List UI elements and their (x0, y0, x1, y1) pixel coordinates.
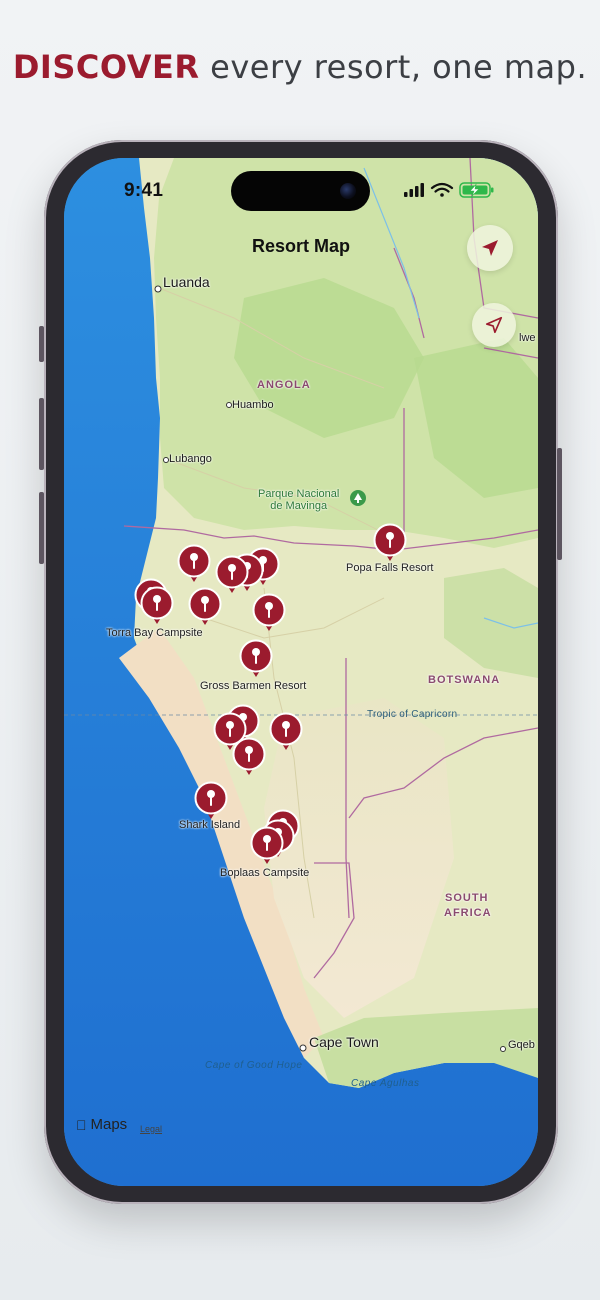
map-view[interactable] (64, 158, 538, 1186)
dynamic-island (231, 171, 370, 211)
label-tropic: Tropic of Capricorn (367, 709, 458, 720)
headline-rest: every resort, one map. (210, 48, 588, 86)
resort-pin[interactable] (269, 712, 303, 752)
location-arrow-outline-icon (485, 316, 503, 334)
current-location-button[interactable] (467, 225, 513, 271)
status-time: 9:41 (124, 180, 164, 201)
phone-action-button (39, 326, 44, 362)
label-huambo: Huambo (232, 399, 274, 411)
resort-pin[interactable] (373, 523, 407, 563)
tracking-mode-button[interactable] (472, 303, 516, 347)
phone-volume-up-button (39, 398, 44, 470)
label-popa-falls: Popa Falls Resort (346, 562, 434, 574)
resort-pin[interactable] (239, 639, 273, 679)
label-cape-agulhas: Cape Agulhas (351, 1078, 420, 1089)
battery-charging-icon (459, 182, 494, 198)
label-africa: AFRICA (444, 907, 492, 919)
label-botswana: BOTSWANA (428, 674, 501, 686)
resort-pin[interactable] (232, 737, 266, 777)
maps-attribution[interactable]:  Maps (76, 1116, 127, 1133)
label-park: Parque Nacional de Mavinga (258, 488, 339, 512)
phone-power-button (557, 448, 562, 560)
headline: DISCOVER every resort, one map. (0, 48, 600, 86)
label-gross-barmen: Gross Barmen Resort (200, 680, 307, 692)
maps-brand-label: Maps (80, 1116, 128, 1133)
label-torra-bay: Torra Bay Campsite (106, 627, 203, 639)
resort-pin[interactable] (177, 544, 211, 584)
app-screen: ANGOLA BOTSWANA SOUTH AFRICA Luanda Huam… (64, 158, 538, 1186)
label-park-line2: de Mavinga (270, 500, 328, 512)
status-icons (404, 182, 494, 198)
cellular-signal-icon (404, 183, 424, 197)
location-arrow-filled-icon (482, 240, 498, 256)
headline-accent: DISCOVER (12, 48, 200, 86)
wifi-icon (430, 182, 454, 197)
label-boplaas: Boplaas Campsite (220, 867, 310, 879)
label-lubango: Lubango (169, 453, 212, 465)
camera-icon (340, 183, 356, 199)
resort-pin[interactable] (140, 586, 174, 626)
label-south: SOUTH (445, 892, 489, 904)
resort-pin[interactable] (252, 593, 286, 633)
label-lwe: lwe (519, 332, 536, 344)
park-tree-icon (350, 490, 366, 506)
label-shark-island: Shark Island (179, 819, 241, 831)
resort-pin[interactable] (188, 587, 222, 627)
label-park-line1: Parque Nacional (258, 488, 340, 500)
label-luanda: Luanda (163, 274, 210, 290)
label-cape-of-good-hope: Cape of Good Hope (205, 1060, 303, 1071)
legal-link[interactable]: Legal (140, 1124, 162, 1134)
phone-volume-down-button (39, 492, 44, 564)
label-gqeb: Gqeb (508, 1039, 535, 1051)
label-cape-town: Cape Town (309, 1034, 379, 1050)
apple-logo-icon:  (76, 1117, 87, 1133)
resort-pin[interactable] (250, 826, 284, 866)
label-angola: ANGOLA (257, 379, 311, 391)
resort-pin[interactable] (194, 781, 228, 821)
